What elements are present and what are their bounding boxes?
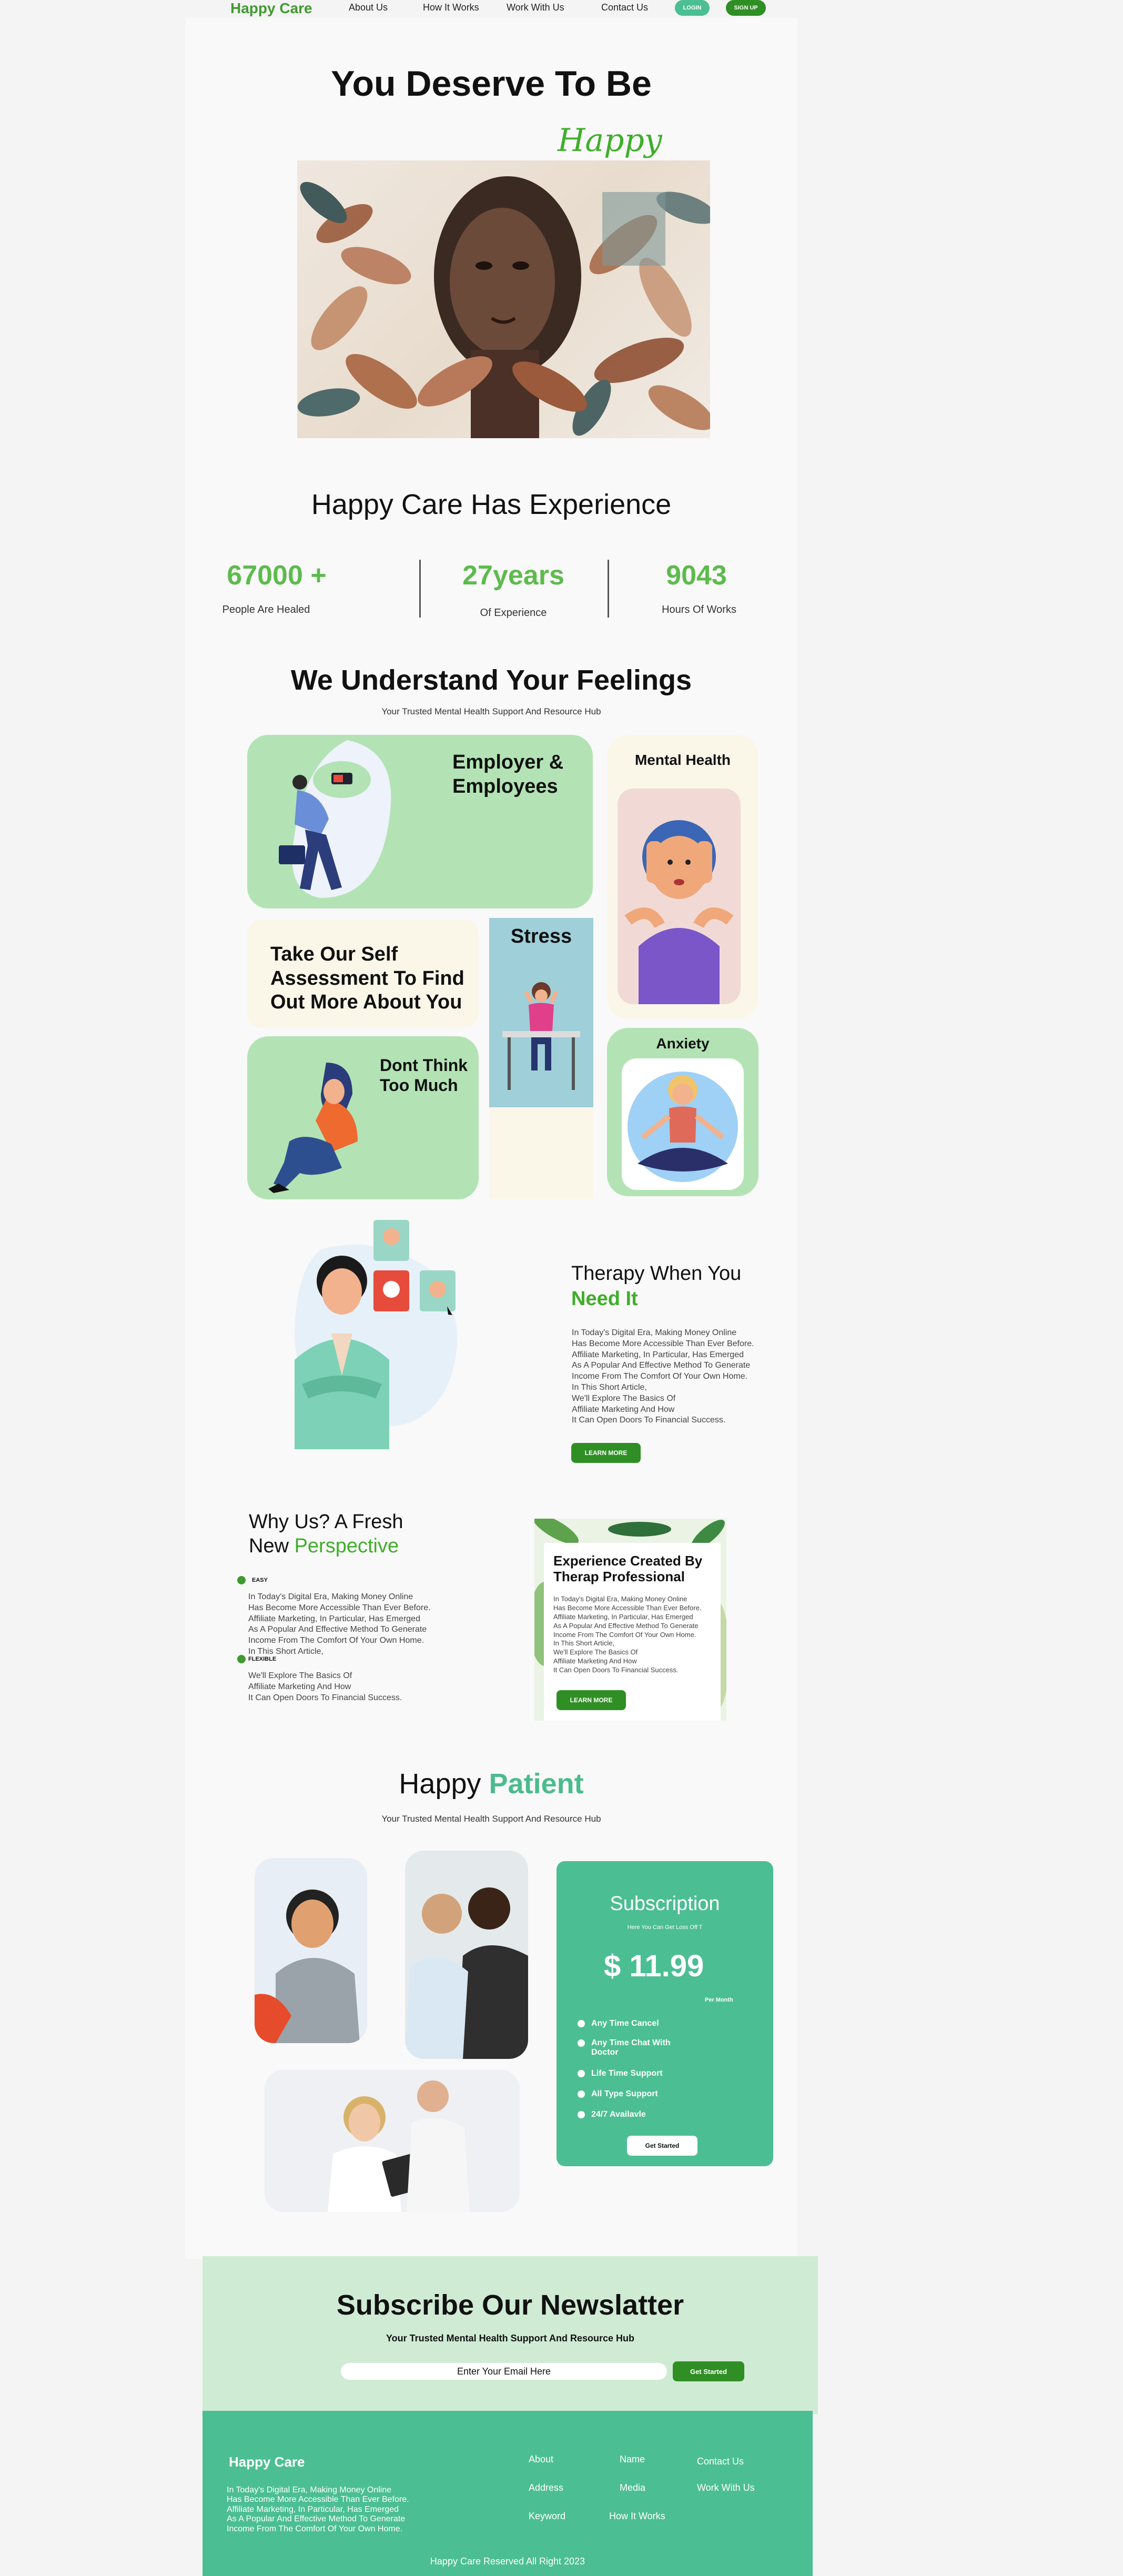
why-body-2: We'll Explore The Basics Of Affiliate Ma… <box>248 1671 402 1702</box>
therapy-learn-more-button[interactable]: LEARN MORE <box>571 1443 641 1463</box>
footer-link-about[interactable]: About <box>529 2454 553 2465</box>
subscription-period: Per Month <box>705 1997 733 2003</box>
nav-work-with-us[interactable]: Work With Us <box>507 2 564 13</box>
footer-link-address[interactable]: Address <box>529 2482 563 2493</box>
newsletter-section: Subscribe Our Newslatter Your Trusted Me… <box>203 2256 818 2414</box>
tile-employer-title: Employer & Employees <box>452 751 564 797</box>
subscription-feature-label: All Type Support <box>591 2089 658 2098</box>
footer-link-name[interactable]: Name <box>620 2454 645 2465</box>
bullet-dot <box>237 1576 246 1584</box>
newsletter-subtitle: Your Trusted Mental Health Support And R… <box>386 2333 635 2343</box>
nav-contact-us[interactable]: Contact Us <box>601 2 648 13</box>
mental-health-illustration <box>618 789 741 1004</box>
subscription-feature: Any Time Cancel <box>578 2019 659 2028</box>
patient-title: Happy Patient <box>185 1767 797 1800</box>
check-dot-icon <box>578 2070 585 2077</box>
subscription-price: $ 11.99 <box>604 1949 704 1983</box>
why-title-highlight: Perspective <box>294 1535 399 1557</box>
nav-about-us[interactable]: About Us <box>349 2 388 13</box>
footer-link-how-it-works[interactable]: How It Works <box>609 2511 665 2522</box>
stat-value-experience: 27years <box>462 560 564 591</box>
tile-mental-health-title: Mental Health <box>634 752 731 768</box>
patient-title-prefix: Happy <box>399 1768 489 1800</box>
subscription-feature-label: Any Time Cancel <box>591 2019 659 2028</box>
tile-self-assessment[interactable]: Take Our Self Assessment To Find Out Mor… <box>247 920 479 1028</box>
subscription-feature-label: Any Time Chat With Doctor <box>591 2038 671 2057</box>
subscription-feature: All Type Support <box>578 2089 658 2099</box>
tile-dont-think-title: Dont Think Too Much <box>380 1056 468 1095</box>
subscription-title: Subscription <box>610 1893 720 1915</box>
why-tag-easy: EASY <box>252 1577 268 1583</box>
footer: Happy Care In Today's Digital Era, Makin… <box>203 2411 813 2576</box>
patient-subtitle: Your Trusted Mental Health Support And R… <box>381 1814 601 1824</box>
why-body-1: In Today's Digital Era, Making Money Onl… <box>248 1592 431 1656</box>
newsletter-title: Subscribe Our Newslatter <box>336 2289 684 2321</box>
newsletter-email-input[interactable]: Enter Your Email Here <box>341 2363 667 2380</box>
tile-stress-title: Stress <box>510 925 572 947</box>
experience-card-learn-more[interactable]: LEARN MORE <box>557 1690 626 1710</box>
therapy-title-line2: Need It <box>571 1288 638 1310</box>
feelings-title: We Understand Your Feelings <box>290 664 692 696</box>
tile-anxiety-title: Anxiety <box>656 1035 710 1052</box>
why-tag-flexible: FLEXIBLE <box>248 1656 277 1662</box>
check-dot-icon <box>578 2090 585 2098</box>
tile-employer[interactable]: Employer & Employees <box>247 735 593 908</box>
why-title-prefix: New <box>249 1535 295 1557</box>
therapy-title-line1: Therapy When You <box>571 1262 742 1285</box>
why-title-line2: New Perspective <box>249 1535 399 1558</box>
patient-photo-2 <box>405 1851 528 2059</box>
login-button[interactable]: LOGIN <box>675 0 710 16</box>
subscription-feature: Any Time Chat With Doctor <box>578 2038 693 2057</box>
therapy-illustration <box>274 1218 473 1449</box>
stat-value-hours: 9043 <box>666 560 727 591</box>
experience-title: Happy Care Has Experience <box>311 489 672 520</box>
footer-link-contact-us[interactable]: Contact Us <box>697 2456 744 2467</box>
footer-link-keyword[interactable]: Keyword <box>529 2511 565 2522</box>
hero-title: You Deserve To Be <box>331 64 652 104</box>
footer-link-media[interactable]: Media <box>620 2482 645 2493</box>
check-dot-icon <box>578 2111 585 2118</box>
subscription-feature: Life Time Support <box>578 2069 663 2078</box>
stat-label-hours: Hours Of Works <box>662 604 736 615</box>
experience-card-title: Experience Created By Therap Professiona… <box>553 1553 703 1584</box>
check-dot-icon <box>578 2020 585 2027</box>
stat-label-healed: People Are Healed <box>222 604 310 615</box>
subscription-tagline: Here You Can Get Loss Off T <box>627 1924 703 1931</box>
tile-self-assessment-title: Take Our Self Assessment To Find Out Mor… <box>270 943 464 1014</box>
subscription-feature-label: 24/7 Availavle <box>591 2110 646 2119</box>
experience-card-body: In Today's Digital Era, Making Money Onl… <box>553 1595 702 1674</box>
tile-dont-think[interactable]: Dont Think Too Much <box>247 1036 479 1199</box>
therapy-body: In Today's Digital Era, Making Money Onl… <box>572 1328 754 1425</box>
footer-brand[interactable]: Happy Care <box>229 2454 305 2470</box>
footer-link-work-with-us[interactable]: Work With Us <box>697 2482 755 2493</box>
tile-anxiety[interactable]: Anxiety <box>607 1028 758 1196</box>
check-dot-icon <box>578 2039 585 2047</box>
tile-mental-health[interactable]: Mental Health <box>607 735 758 1019</box>
subscription-card: Subscription Here You Can Get Loss Off T… <box>557 1861 773 2166</box>
feelings-subtitle: Your Trusted Mental Health Support And R… <box>381 706 601 716</box>
patient-title-highlight: Patient <box>489 1768 584 1800</box>
hero-script-word: Happy <box>558 122 662 159</box>
newsletter-get-started-button[interactable]: Get Started <box>673 2361 744 2381</box>
bullet-dot <box>237 1655 246 1663</box>
nav-how-it-works[interactable]: How It Works <box>423 2 479 13</box>
subscription-feature: 24/7 Availavle <box>578 2110 646 2119</box>
patient-photo-1 <box>255 1858 367 2043</box>
tile-stress[interactable]: Stress <box>489 918 593 1107</box>
signup-button[interactable]: SIGN UP <box>726 0 766 16</box>
experience-card: Experience Created By Therap Professiona… <box>534 1519 726 1721</box>
footer-text: In Today's Digital Era, Making Money Onl… <box>227 2486 409 2533</box>
brand-logo[interactable]: Happy Care <box>230 0 312 17</box>
anxiety-illustration <box>622 1058 744 1190</box>
hero-image <box>297 160 710 438</box>
stat-label-experience: Of Experience <box>480 607 547 619</box>
why-title-line1: Why Us? A Fresh <box>249 1511 403 1533</box>
patient-photo-3 <box>265 2070 520 2212</box>
subscription-get-started-button[interactable]: Get Started <box>627 2136 697 2156</box>
footer-copyright: Happy Care Reserved All Right 2023 <box>430 2556 585 2567</box>
stat-value-healed: 67000 + <box>227 560 327 591</box>
subscription-feature-label: Life Time Support <box>591 2069 663 2078</box>
